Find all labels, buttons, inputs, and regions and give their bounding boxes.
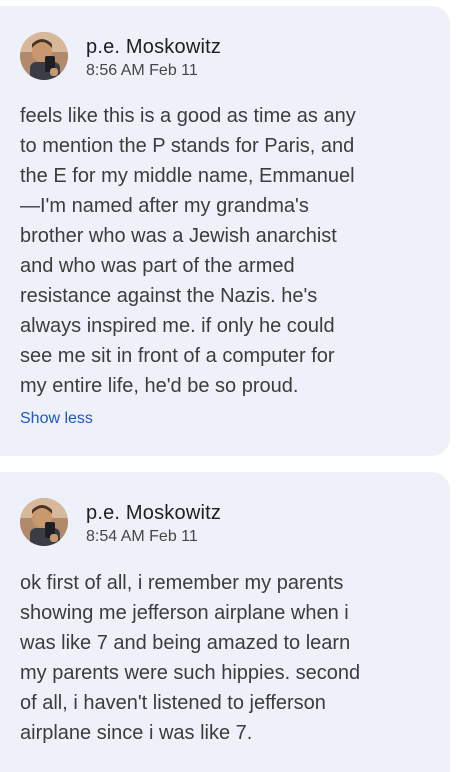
comment-timestamp: 8:54 AM Feb 11 [86, 528, 198, 545]
comment-card: p.e. Moskowitz 8:54 AM Feb 11 ok first o… [0, 472, 450, 772]
author-name[interactable]: p.e. Moskowitz [86, 36, 221, 59]
avatar[interactable] [20, 498, 68, 546]
avatar-photo-icon [20, 32, 68, 80]
avatar[interactable] [20, 32, 68, 80]
avatar-photo-icon [20, 498, 68, 546]
comment-text: ok first of all, i remember my parents s… [20, 572, 361, 744]
comment-card: p.e. Moskowitz 8:56 AM Feb 11 feels like… [0, 6, 450, 456]
author-name[interactable]: p.e. Moskowitz [86, 502, 221, 525]
comment-text: feels like this is a good as time as any… [20, 105, 356, 397]
comment-timestamp: 8:56 AM Feb 11 [86, 62, 198, 79]
show-less-button[interactable]: Show less [20, 410, 93, 428]
